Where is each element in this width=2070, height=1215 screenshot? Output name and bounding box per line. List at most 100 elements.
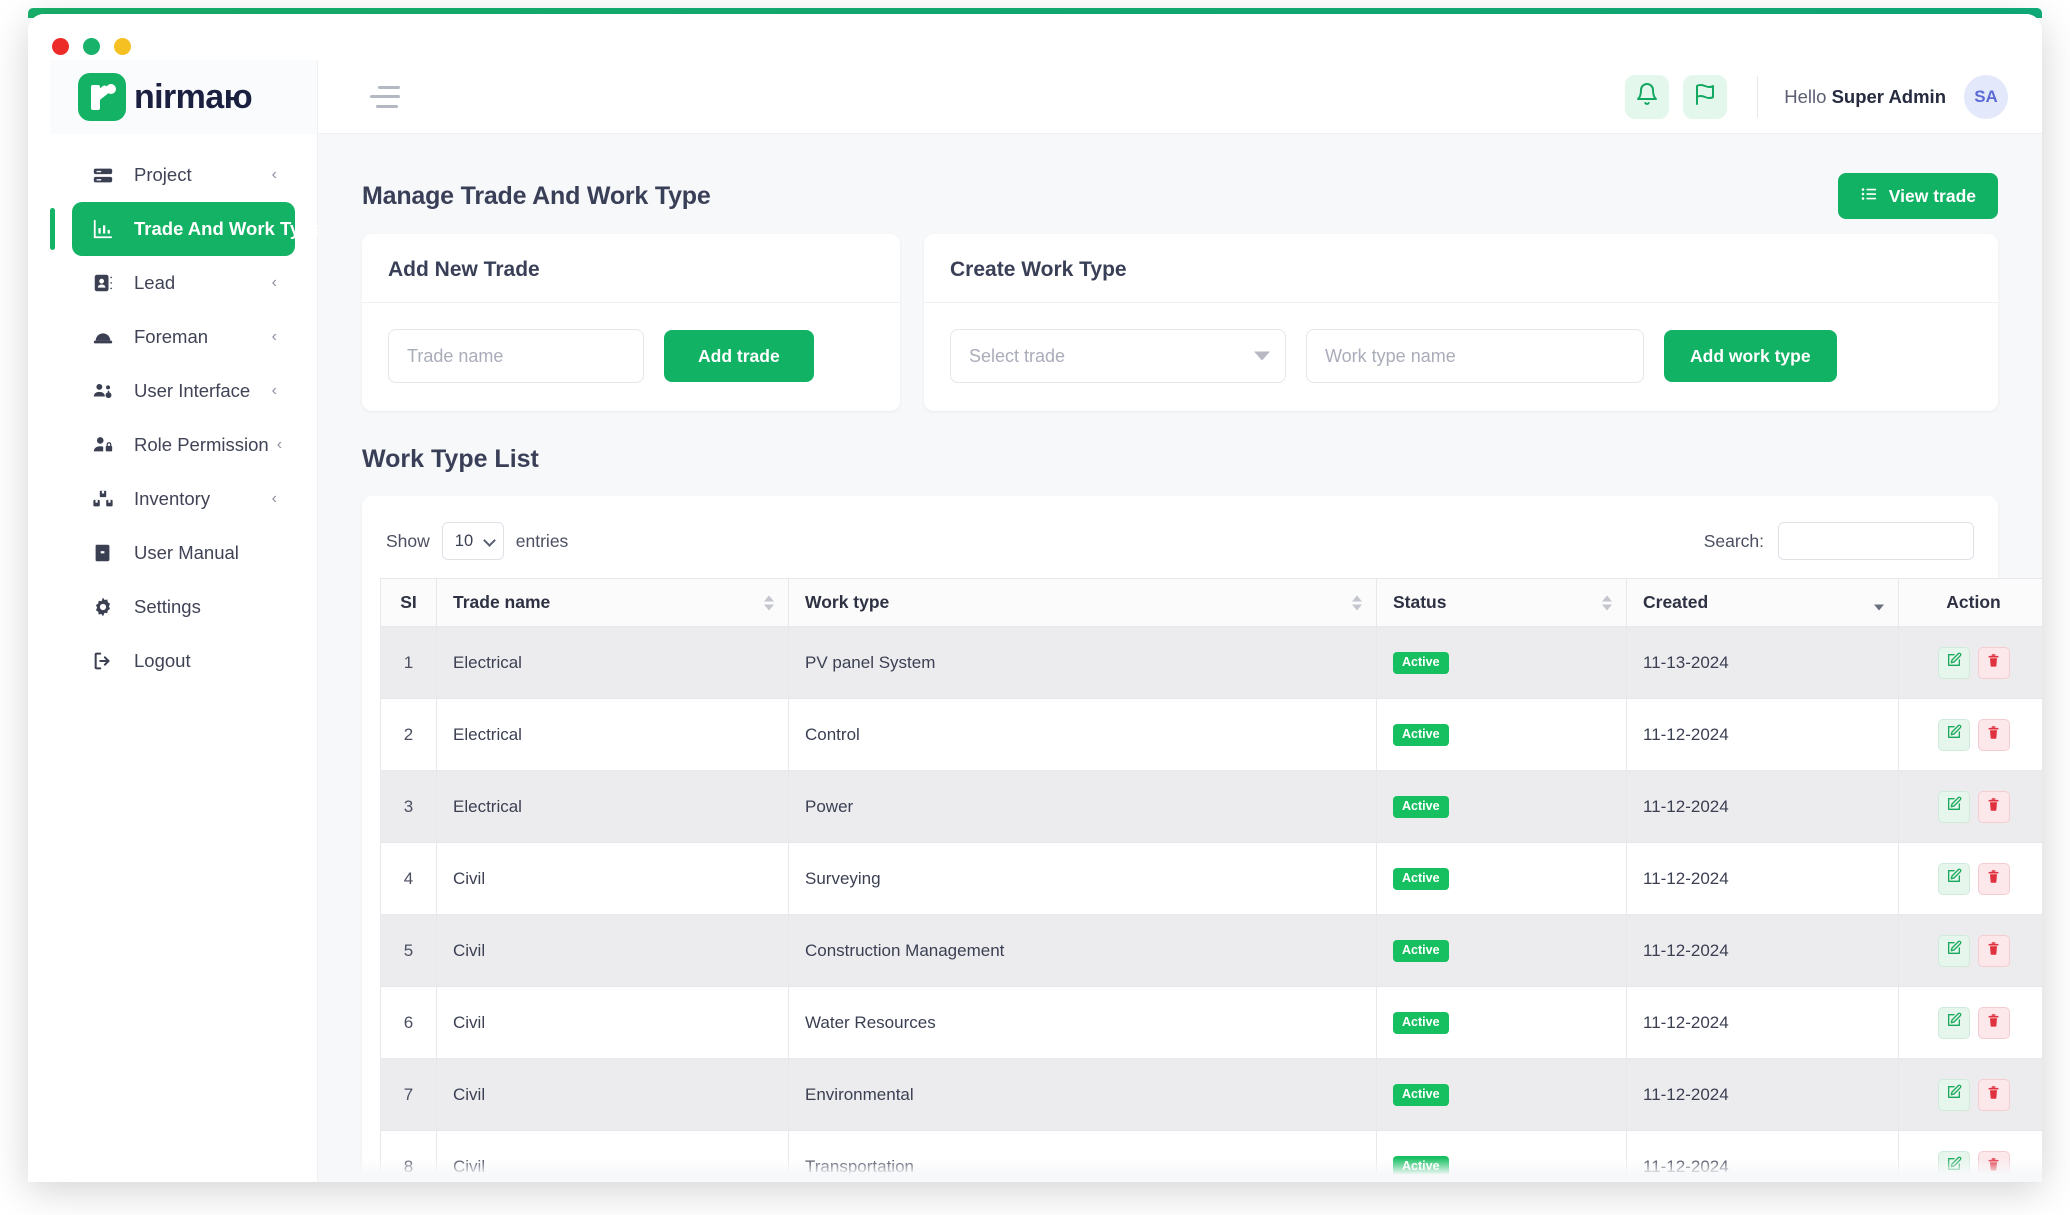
page-header-actions: View trade [1837, 173, 1998, 219]
table-body: 1 Electrical PV panel System Active 11-13-20… [380, 626, 2042, 1182]
row-action-group [1937, 790, 2010, 823]
chevron-down-icon [482, 534, 496, 547]
entries-per-page-select[interactable]: 10 [441, 522, 504, 560]
delete-row-button[interactable] [1977, 718, 2010, 751]
sidebar-item-lead[interactable]: Lead ‹ [72, 256, 295, 310]
browser-window: nirmaю Project ‹ Trade And Work Type Lea… [28, 14, 2042, 1182]
edit-row-button[interactable] [1937, 1150, 1970, 1182]
delete-row-button[interactable] [1977, 1006, 2010, 1039]
edit-row-button[interactable] [1937, 718, 1970, 751]
add-trade-button[interactable]: Add trade [664, 330, 814, 382]
sidebar-item-logout[interactable]: Logout [72, 634, 295, 688]
chevron-left-icon: ‹ [271, 166, 277, 183]
sidebar-nav: Project ‹ Trade And Work Type Lead ‹ For… [50, 134, 322, 688]
sidebar-item-foreman[interactable]: Foreman ‹ [72, 310, 295, 364]
view-trade-button[interactable]: View trade [1837, 173, 1998, 219]
sidebar-item-label: Logout [134, 650, 191, 671]
cell-trade-name: Civil [436, 914, 789, 987]
delete-row-button[interactable] [1977, 1150, 2010, 1182]
hamburger-icon[interactable] [370, 85, 400, 108]
main-content: Manage Trade And Work Type View trade Ad… [318, 134, 2042, 1182]
sidebar-item-settings[interactable]: Settings [72, 580, 295, 634]
sidebar-item-label: Inventory [134, 488, 211, 509]
edit-row-button[interactable] [1937, 862, 1970, 895]
chart-bar-icon [90, 216, 116, 242]
header-actions: Hello Super Admin SA [1611, 74, 2008, 119]
notifications-button[interactable] [1625, 74, 1670, 119]
row-action-group [1937, 934, 2010, 967]
edit-pencil-icon [1946, 868, 1962, 889]
cell-si: 2 [380, 698, 437, 771]
minimize-window-dot[interactable] [114, 38, 131, 55]
column-header-work-type[interactable]: Work type [788, 578, 1377, 627]
maximize-window-dot[interactable] [83, 38, 100, 55]
delete-row-button[interactable] [1977, 862, 2010, 895]
list-icon [1860, 185, 1878, 208]
user-lock-icon [90, 432, 116, 458]
delete-row-button[interactable] [1977, 790, 2010, 823]
status-badge: Active [1393, 940, 1449, 962]
sidebar-item-user-manual[interactable]: User Manual [72, 526, 295, 580]
sort-indicator-icon [1352, 595, 1362, 610]
hard-hat-icon [90, 324, 116, 350]
cell-action [1898, 842, 2042, 915]
sidebar-item-inventory[interactable]: Inventory ‹ [72, 472, 295, 526]
edit-row-button[interactable] [1937, 934, 1970, 967]
column-header-status[interactable]: Status [1376, 578, 1627, 627]
sidebar: nirmaю Project ‹ Trade And Work Type Lea… [50, 60, 322, 1182]
column-header-created[interactable]: Created [1626, 578, 1899, 627]
cell-si: 8 [380, 1130, 437, 1182]
edit-pencil-icon [1946, 1012, 1962, 1033]
logout-icon [90, 648, 116, 674]
sidebar-item-project[interactable]: Project ‹ [72, 148, 295, 202]
window-titlebar [28, 14, 2042, 60]
trash-icon [1986, 797, 2001, 817]
cell-trade-name: Civil [436, 842, 789, 915]
cell-action [1898, 626, 2042, 699]
work-type-name-input[interactable] [1306, 329, 1644, 383]
table-row: 8 Civil Transportation Active 11-12-2024 [380, 1130, 2042, 1182]
search-input[interactable] [1778, 522, 1974, 560]
flag-button[interactable] [1683, 74, 1728, 119]
sort-indicator-desc-icon [1874, 595, 1884, 610]
edit-row-button[interactable] [1937, 1006, 1970, 1039]
delete-row-button[interactable] [1977, 934, 2010, 967]
delete-row-button[interactable] [1977, 1078, 2010, 1111]
status-badge: Active [1393, 796, 1449, 818]
edit-pencil-icon [1946, 724, 1962, 745]
add-new-trade-body: Add trade [362, 303, 900, 411]
edit-row-button[interactable] [1937, 790, 1970, 823]
row-action-group [1937, 862, 2010, 895]
users-gear-icon [90, 378, 116, 404]
sidebar-item-user-interface[interactable]: User Interface ‹ [72, 364, 295, 418]
status-badge: Active [1393, 868, 1449, 890]
trade-name-input[interactable] [388, 329, 644, 383]
status-badge: Active [1393, 724, 1449, 746]
brand-logo[interactable]: nirmaю [50, 60, 317, 134]
avatar[interactable]: SA [1964, 74, 2008, 119]
trash-icon [1986, 653, 2001, 673]
delete-row-button[interactable] [1977, 646, 2010, 679]
cell-status: Active [1376, 1058, 1627, 1131]
column-header-trade-name[interactable]: Trade name [436, 578, 789, 627]
edit-row-button[interactable] [1937, 646, 1970, 679]
sidebar-item-label: Role Permission [134, 434, 269, 455]
sidebar-item-label: Project [134, 164, 192, 185]
cell-status: Active [1376, 914, 1627, 987]
cell-action [1898, 698, 2042, 771]
contact-card-icon [90, 270, 116, 296]
create-work-type-body: Add work type [924, 303, 1998, 411]
sidebar-item-role-permission[interactable]: Role Permission ‹ [72, 418, 295, 472]
sidebar-item-label: Foreman [134, 326, 209, 347]
cell-action [1898, 770, 2042, 843]
sidebar-item-trade-and-work-type[interactable]: Trade And Work Type [50, 202, 322, 256]
select-trade-dropdown[interactable] [950, 329, 1286, 383]
cell-status: Active [1376, 698, 1627, 771]
table-row: 6 Civil Water Resources Active 11-12-2024 [380, 986, 2042, 1059]
view-trade-label: View trade [1888, 185, 1976, 206]
add-work-type-button[interactable]: Add work type [1664, 330, 1837, 382]
cell-si: 1 [380, 626, 437, 699]
cell-action [1898, 986, 2042, 1059]
edit-row-button[interactable] [1937, 1078, 1970, 1111]
close-window-dot[interactable] [52, 38, 69, 55]
